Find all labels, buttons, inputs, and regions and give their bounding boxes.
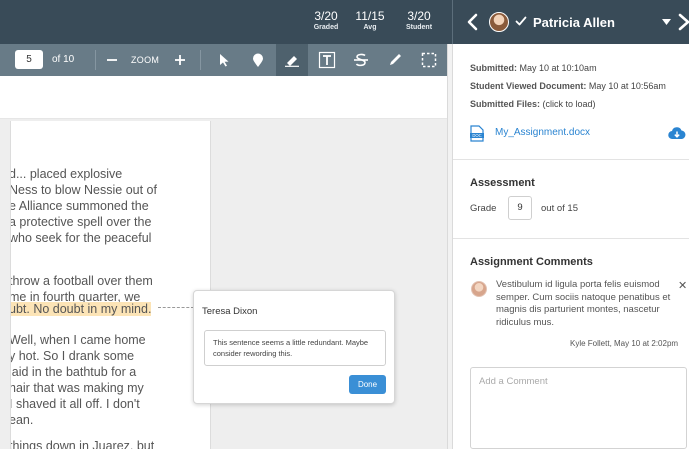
submitted-label: Submitted: xyxy=(470,63,517,73)
select-tool-button[interactable] xyxy=(210,44,238,76)
comment-body: Vestibulum id ligula porta felis euismod… xyxy=(496,279,671,328)
files-value[interactable]: (click to load) xyxy=(543,99,596,109)
toolbar-separator xyxy=(95,50,96,70)
done-button[interactable]: Done xyxy=(349,375,386,394)
stat-student-label: Student xyxy=(405,24,433,31)
submitted-value: May 10 at 10:10am xyxy=(519,63,597,73)
stat-avg-label: Avg xyxy=(363,24,377,31)
student-name[interactable]: Patricia Allen xyxy=(533,15,615,30)
draw-tool-button[interactable] xyxy=(380,44,410,76)
text-box-tool-button[interactable] xyxy=(312,44,342,76)
annotation-toolbar: 5 of 10 ZOOM xyxy=(0,44,447,76)
viewed-value: May 10 at 10:56am xyxy=(588,81,666,91)
document-line: who seek for the peaceful xyxy=(10,231,152,245)
student-navigator: Patricia Allen xyxy=(453,0,689,44)
pointer-icon xyxy=(220,54,229,67)
comment-edit-box[interactable]: This sentence seems a little redundant. … xyxy=(204,330,386,366)
grade-input[interactable]: 9 xyxy=(508,196,532,220)
page-number-input[interactable]: 5 xyxy=(15,50,43,69)
pencil-icon xyxy=(390,54,401,65)
submitted-file-link[interactable]: My_Assignment.docx xyxy=(495,127,590,138)
page-count-label: of 10 xyxy=(52,54,75,65)
svg-text:DOC: DOC xyxy=(472,133,481,138)
document-line: things down in Juarez, but xyxy=(10,439,155,449)
document-line: throw a football over them xyxy=(10,274,153,288)
files-info: Submitted Files: (click to load) xyxy=(470,99,596,109)
area-select-icon xyxy=(421,52,437,68)
highlight-tool-button[interactable] xyxy=(276,44,308,76)
zoom-in-button[interactable] xyxy=(168,44,192,76)
document-line: a protective spell over the xyxy=(10,215,152,229)
check-icon xyxy=(515,16,527,26)
stat-student: 3/20 Student xyxy=(396,10,442,33)
document-line: Well, when I came home xyxy=(10,333,146,347)
top-header: 3/20 Graded 11/15 Avg 3/20 Student Patri… xyxy=(0,0,689,44)
pin-icon xyxy=(253,53,263,67)
grade-max: out of 15 xyxy=(541,203,578,214)
add-comment-input[interactable] xyxy=(470,367,687,449)
document-line: Ness to blow Nessie out of xyxy=(10,183,157,197)
section-divider xyxy=(453,159,689,160)
comment-author: Teresa Dixon xyxy=(202,306,258,317)
strikethrough-icon xyxy=(354,53,368,67)
grading-sidebar: Submitted: May 10 at 10:10am Student Vie… xyxy=(453,44,689,449)
stat-graded-label: Graded xyxy=(313,24,339,31)
grade-label: Grade xyxy=(470,203,497,214)
zoom-out-button[interactable] xyxy=(100,44,124,76)
cloud-download-icon[interactable] xyxy=(668,126,686,140)
section-divider xyxy=(453,238,689,239)
document-line: I shaved it all off. I don't xyxy=(10,397,140,411)
viewed-label: Student Viewed Document: xyxy=(470,81,587,91)
document-line: d... placed explosive xyxy=(10,167,123,181)
document-line: ean. xyxy=(10,413,34,427)
comment-connector xyxy=(158,307,194,308)
chevron-left-icon[interactable] xyxy=(466,12,480,32)
document-line: y hot. So I drank some xyxy=(10,349,135,363)
highlighted-text[interactable]: ubt. No doubt in my mind. xyxy=(11,302,152,316)
highlighter-icon xyxy=(285,56,299,67)
toolbar-separator xyxy=(200,50,201,70)
plus-icon xyxy=(175,55,185,65)
doc-file-icon: DOC xyxy=(470,125,484,142)
viewed-info: Student Viewed Document: May 10 at 10:56… xyxy=(470,81,666,91)
text-box-icon xyxy=(318,51,336,69)
document-line: hair that was making my xyxy=(10,381,144,395)
stat-avg: 11/15 Avg xyxy=(347,10,393,33)
document-line: laid in the bathtub for a xyxy=(10,365,137,379)
comment-popup: Teresa Dixon This sentence seems a littl… xyxy=(193,290,395,404)
stat-avg-value: 11/15 xyxy=(355,9,385,23)
document-subbar xyxy=(0,76,447,119)
minus-icon xyxy=(107,59,117,61)
caret-down-icon[interactable] xyxy=(662,19,671,25)
document-line: e Alliance summoned the xyxy=(10,199,149,213)
stat-student-value: 3/20 xyxy=(407,9,431,23)
submitted-info: Submitted: May 10 at 10:10am xyxy=(470,63,597,73)
document-page[interactable]: d... placed explosive Ness to blow Nessi… xyxy=(10,121,211,449)
area-tool-button[interactable] xyxy=(414,44,444,76)
stat-graded-value: 3/20 xyxy=(314,9,338,23)
point-annotation-button[interactable] xyxy=(244,44,272,76)
files-label: Submitted Files: xyxy=(470,99,541,109)
comments-heading: Assignment Comments xyxy=(470,256,593,268)
stat-graded: 3/20 Graded xyxy=(303,10,349,33)
speedgrader-app: 3/20 Graded 11/15 Avg 3/20 Student Patri… xyxy=(0,0,689,449)
chevron-right-icon[interactable] xyxy=(677,13,689,31)
student-avatar xyxy=(489,12,509,32)
commenter-avatar xyxy=(471,281,487,297)
comment-author-date: Kyle Follett, May 10 at 2:02pm xyxy=(570,339,679,348)
highlighted-line[interactable]: ubt. No doubt in my mind. xyxy=(11,301,152,317)
zoom-label: ZOOM xyxy=(131,55,160,65)
delete-comment-icon[interactable]: ✕ xyxy=(678,279,687,292)
strikethrough-tool-button[interactable] xyxy=(346,44,376,76)
assessment-heading: Assessment xyxy=(470,177,535,189)
